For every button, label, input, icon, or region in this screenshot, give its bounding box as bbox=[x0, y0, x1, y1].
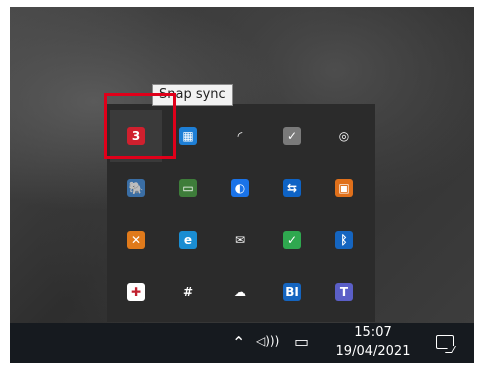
wifi-icon: ◜ bbox=[237, 129, 243, 143]
java-x-icon: ✕ bbox=[127, 231, 145, 249]
tray-icon-cell[interactable]: T bbox=[318, 266, 370, 318]
tray-icon-cell[interactable]: ☁ bbox=[214, 266, 266, 318]
tray-icon-cell[interactable]: ✚ bbox=[110, 266, 162, 318]
green-check-icon: ✓ bbox=[283, 231, 301, 249]
screenshot-frame: 3 ▦ ◜ ✓ ◎ 🐘 ▭ ◐ ⇆ ▣ ✕ e ✉ ✓ ᛒ ✚ # ☁ BI T Snap sync ⌃ ◁))) ▭… bbox=[10, 7, 474, 363]
bluetooth-icon: ᛒ bbox=[335, 231, 353, 249]
tray-icon-cell[interactable]: BI bbox=[266, 266, 318, 318]
network-adapter-icon: ▦ bbox=[179, 127, 197, 145]
notification-center-icon[interactable] bbox=[436, 335, 454, 349]
printer-ok-icon: ✓ bbox=[283, 127, 301, 145]
tray-icon-cell[interactable]: ⇆ bbox=[266, 162, 318, 214]
edge-icon: e bbox=[179, 231, 197, 249]
tray-icon-cell[interactable]: ◎ bbox=[318, 110, 370, 162]
postgres-elephant-icon: 🐘 bbox=[127, 179, 145, 197]
battery-icon[interactable]: ▭ bbox=[294, 332, 309, 351]
clock-time: 15:07 bbox=[354, 325, 392, 340]
taskbar: ⌃ ◁))) ▭ 15:07 19/04/2021 bbox=[10, 323, 474, 363]
cloud-offline-icon: ☁ bbox=[234, 285, 246, 299]
teams-icon: T bbox=[335, 283, 353, 301]
teamviewer-icon: ⇆ bbox=[283, 179, 301, 197]
tray-icon-cell[interactable]: 🐘 bbox=[110, 162, 162, 214]
tray-icon-cell[interactable]: # bbox=[162, 266, 214, 318]
tray-icon-cell[interactable]: ◜ bbox=[214, 110, 266, 162]
volume-icon[interactable]: ◁))) bbox=[256, 334, 279, 348]
tray-icon-cell[interactable]: ◐ bbox=[214, 162, 266, 214]
highlight-box bbox=[104, 93, 176, 159]
fingerprint-icon: ◎ bbox=[338, 129, 350, 143]
tray-icon-cell[interactable]: ✓ bbox=[266, 110, 318, 162]
tray-icon-cell[interactable]: e bbox=[162, 214, 214, 266]
mail-icon: ✉ bbox=[234, 233, 246, 247]
contacts-card-icon: ▣ bbox=[335, 179, 353, 197]
tray-icon-cell[interactable]: ✓ bbox=[266, 214, 318, 266]
tray-icon-cell[interactable]: ✕ bbox=[110, 214, 162, 266]
tray-icon-cell[interactable]: ▭ bbox=[162, 162, 214, 214]
slack-icon: # bbox=[182, 285, 194, 299]
show-hidden-icons-chevron-icon[interactable]: ⌃ bbox=[232, 333, 245, 352]
security-shield-icon: ✚ bbox=[127, 283, 145, 301]
tray-icon-cell[interactable]: ✉ bbox=[214, 214, 266, 266]
sync-blue-icon: ◐ bbox=[231, 179, 249, 197]
display-settings-icon: ▭ bbox=[179, 179, 197, 197]
tray-icon-cell[interactable]: ᛒ bbox=[318, 214, 370, 266]
clock[interactable]: 15:07 19/04/2021 bbox=[332, 323, 414, 361]
tray-icon-cell[interactable]: ▣ bbox=[318, 162, 370, 214]
clock-date: 19/04/2021 bbox=[335, 344, 411, 359]
bi-icon: BI bbox=[283, 283, 301, 301]
